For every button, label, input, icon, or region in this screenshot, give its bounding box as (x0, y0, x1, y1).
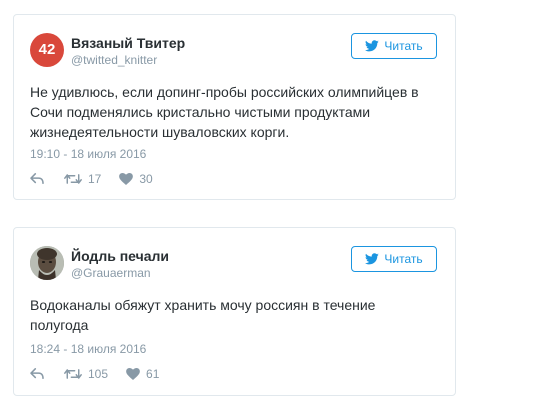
tweet-card: Йодль печали @Grauaerman Читать Водокана… (13, 227, 456, 396)
avatar-text: 42 (38, 41, 56, 58)
reply-icon (30, 368, 44, 380)
heart-icon (119, 173, 134, 185)
reply-button[interactable] (30, 173, 44, 185)
reply-icon (30, 173, 44, 185)
author-name[interactable]: Йодль печали (71, 248, 169, 264)
retweet-count: 17 (88, 172, 102, 186)
follow-label: Читать (384, 39, 423, 53)
author-handle[interactable]: @twitted_knitter (71, 53, 157, 67)
avatar[interactable] (30, 246, 64, 280)
tweet-text: Не удивлюсь, если допинг-пробы российски… (30, 84, 419, 140)
tweet-card: 42 Вязаный Твитер @twitted_knitter Читат… (13, 14, 456, 200)
tweet-timestamp[interactable]: 19:10 - 18 июля 2016 (30, 147, 146, 161)
like-count: 61 (146, 367, 160, 381)
reply-button[interactable] (30, 368, 44, 380)
retweet-count: 105 (88, 367, 109, 381)
avatar[interactable]: 42 (30, 33, 64, 67)
like-count: 30 (139, 172, 153, 186)
twitter-bird-icon (365, 253, 380, 265)
tweet-actions: 17 30 (30, 172, 153, 186)
retweet-icon (64, 173, 82, 185)
retweet-icon (64, 368, 82, 380)
tweet-text: Водоканалы обяжут хранить мочу россиян в… (30, 297, 376, 333)
follow-button[interactable]: Читать (351, 33, 437, 59)
heart-icon (126, 368, 140, 380)
author-handle[interactable]: @Grauaerman (71, 266, 151, 280)
retweet-button[interactable]: 105 (64, 367, 108, 381)
follow-button[interactable]: Читать (351, 246, 437, 272)
avatar-photo (30, 246, 64, 280)
tweet-timestamp[interactable]: 18:24 - 18 июля 2016 (30, 342, 146, 356)
twitter-bird-icon (365, 40, 380, 52)
author-name[interactable]: Вязаный Твитер (71, 35, 185, 51)
retweet-button[interactable]: 17 (64, 172, 101, 186)
follow-label: Читать (384, 252, 423, 266)
tweet-actions: 105 61 (30, 367, 159, 381)
like-button[interactable]: 61 (126, 367, 159, 381)
like-button[interactable]: 30 (119, 172, 153, 186)
